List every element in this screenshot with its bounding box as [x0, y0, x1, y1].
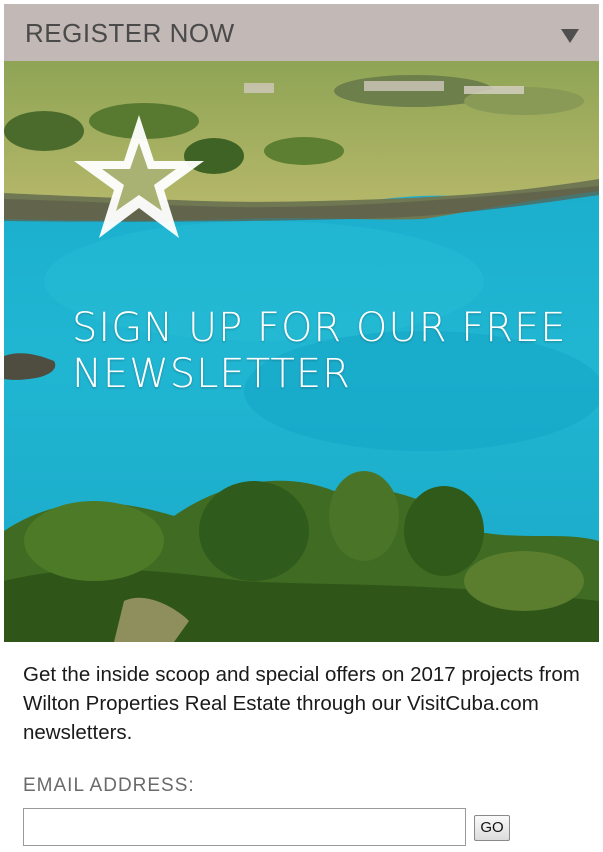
star-logo-icon: [74, 115, 204, 238]
newsletter-description: Get the inside scoop and special offers …: [23, 663, 580, 744]
hero-image: SIGN UP FOR OUR FREE NEWSLETTER: [4, 61, 599, 642]
go-button[interactable]: GO: [474, 815, 510, 841]
email-label: EMAIL ADDRESS:: [23, 775, 195, 796]
header-title: REGISTER NOW: [25, 18, 235, 48]
hero-headline: SIGN UP FOR OUR FREE NEWSLETTER: [72, 305, 567, 397]
email-input[interactable]: [23, 808, 466, 846]
triangle-down-icon[interactable]: [561, 29, 579, 43]
register-now-header[interactable]: REGISTER NOW: [4, 4, 599, 61]
